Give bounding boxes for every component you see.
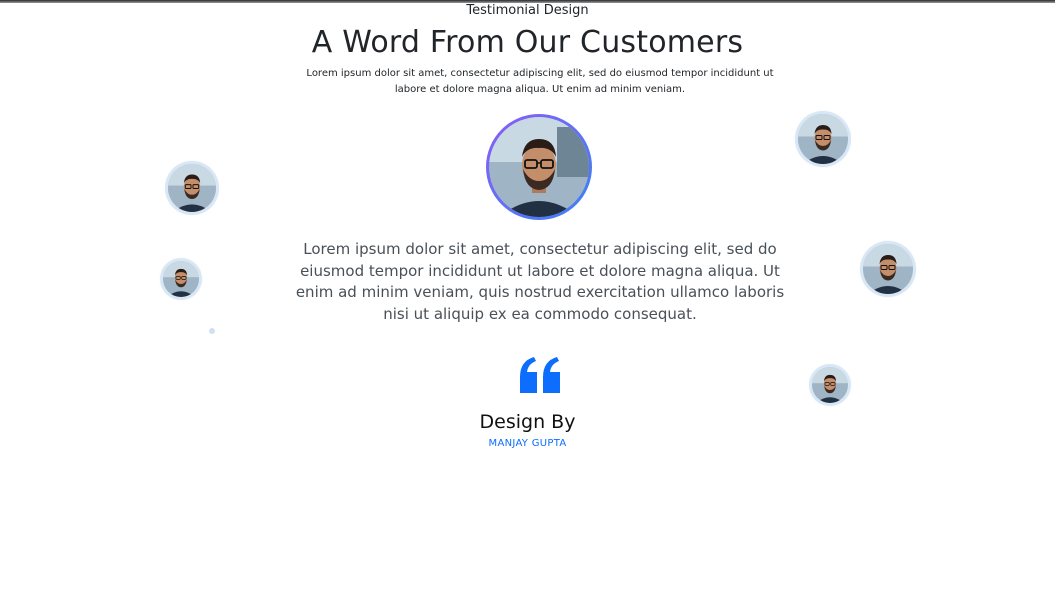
floating-avatar[interactable] xyxy=(809,364,851,406)
customer-photo xyxy=(489,117,589,217)
floating-avatar[interactable] xyxy=(165,161,219,215)
decorative-dot xyxy=(209,328,215,334)
customer-photo xyxy=(812,367,848,403)
section-description: Lorem ipsum dolor sit amet, consectetur … xyxy=(306,68,774,95)
quote-left-icon xyxy=(518,355,562,395)
floating-avatar[interactable] xyxy=(795,111,851,167)
customer-photo xyxy=(863,244,913,294)
testimonial-text: Lorem ipsum dolor sit amet, consectetur … xyxy=(295,240,785,323)
main-customer-avatar[interactable] xyxy=(486,114,592,220)
designer-label: Design By xyxy=(479,411,576,433)
customer-photo xyxy=(163,261,199,297)
author-name: MANJAY GUPTA xyxy=(488,438,567,449)
page-title: A Word From Our Customers xyxy=(311,25,744,60)
customer-photo xyxy=(168,164,216,212)
floating-avatar[interactable] xyxy=(160,258,202,300)
floating-avatar[interactable] xyxy=(860,241,916,297)
section-eyebrow: Testimonial Design xyxy=(466,3,589,18)
customer-photo xyxy=(798,114,848,164)
